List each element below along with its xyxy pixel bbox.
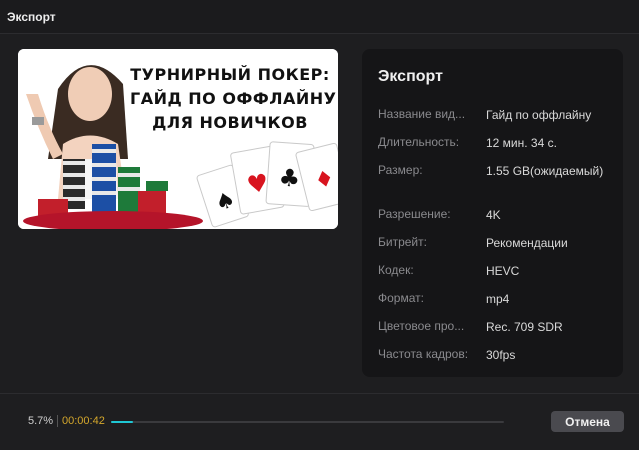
headline-line: ТУРНИРНЫЙ ПОКЕР: — [130, 65, 330, 84]
title-bar: Экспорт — [0, 0, 639, 34]
window-title: Экспорт — [7, 10, 56, 24]
detail-value: HEVC — [486, 264, 520, 278]
cancel-button[interactable]: Отмена — [551, 411, 624, 432]
export-progress-bar-area: 5.7% 00:00:42 Отмена — [0, 393, 639, 450]
video-thumbnail: ♠ ♥ ♣ ♦ ТУРНИРНЫЙ ПОКЕР: ГАЙД ПО ОФФЛАЙН… — [18, 49, 338, 229]
detail-key: Частота кадров: — [378, 347, 469, 361]
detail-value: 4K — [486, 208, 501, 222]
detail-key: Кодек: — [378, 263, 414, 277]
export-details-panel: Экспорт Название вид... Гайд по оффлайну… — [362, 49, 623, 377]
detail-key: Размер: — [378, 163, 423, 177]
detail-key: Формат: — [378, 291, 424, 305]
detail-key: Разрешение: — [378, 207, 451, 221]
progress-fill — [111, 421, 134, 423]
progress-track — [111, 421, 504, 423]
panel-title: Экспорт — [378, 68, 443, 85]
svg-text:♣: ♣ — [278, 163, 301, 192]
headline-line: ГАЙД ПО ОФФЛАЙНУ — [130, 89, 337, 108]
detail-key: Длительность: — [378, 135, 460, 149]
elapsed-time: 00:00:42 — [62, 415, 105, 427]
detail-value: 1.55 GB(ожидаемый) — [486, 164, 604, 178]
detail-key: Битрейт: — [378, 235, 427, 249]
detail-value: Гайд по оффлайну — [486, 108, 592, 122]
detail-value: 12 мин. 34 с. — [486, 136, 557, 150]
detail-key: Цветовое про... — [378, 319, 465, 333]
detail-value: 30fps — [486, 348, 516, 362]
detail-key: Название вид... — [378, 107, 466, 121]
detail-value: mp4 — [486, 292, 510, 306]
thumbnail-headline: ТУРНИРНЫЙ ПОКЕР: ГАЙД ПО ОФФЛАЙНУ ДЛЯ НО… — [130, 63, 337, 135]
detail-value: Rec. 709 SDR — [486, 320, 563, 334]
detail-value: Рекомендации — [486, 236, 568, 250]
headline-line: ДЛЯ НОВИЧКОВ — [152, 113, 308, 132]
progress-percent: 5.7% — [28, 415, 54, 427]
divider — [57, 415, 58, 427]
